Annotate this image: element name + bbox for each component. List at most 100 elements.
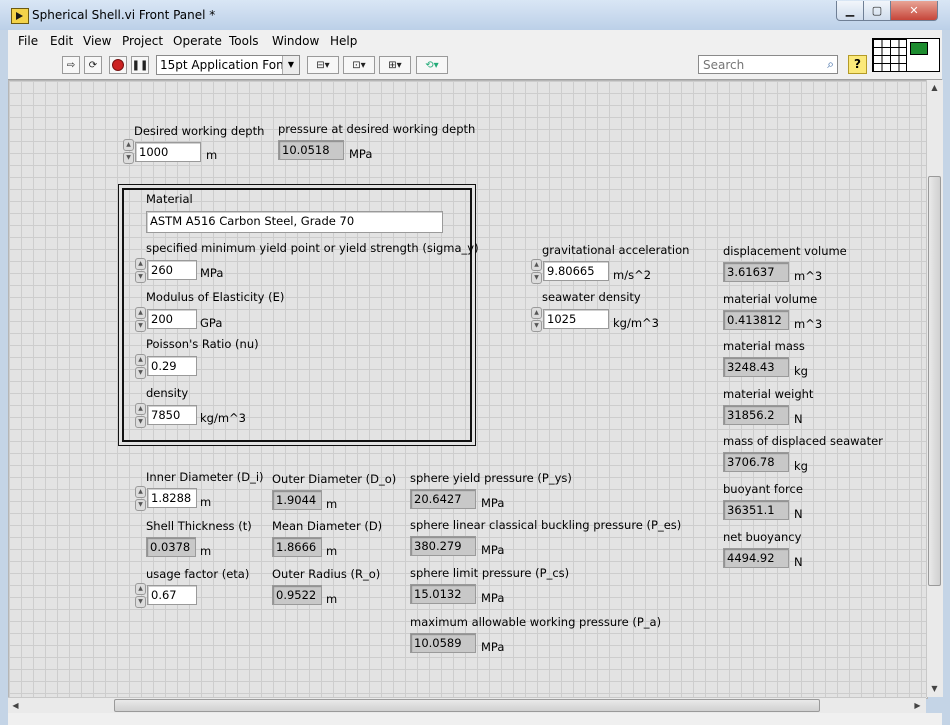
max-pressure-label: maximum allowable working pressure (P_a) bbox=[410, 615, 662, 629]
scroll-right-icon[interactable]: ▶ bbox=[910, 698, 925, 713]
run-continuously-button[interactable]: ⟳ bbox=[84, 56, 102, 74]
increment-icon[interactable]: ▲ bbox=[135, 583, 146, 595]
modulus-spinner[interactable]: ▲ ▼ bbox=[135, 307, 146, 332]
menu-operate[interactable]: Operate bbox=[173, 34, 222, 48]
modulus-unit: GPa bbox=[200, 316, 223, 330]
mass-displaced-indicator: 3706.78 bbox=[723, 452, 789, 472]
menu-file[interactable]: File bbox=[18, 34, 38, 48]
vi-icon[interactable] bbox=[906, 38, 940, 72]
working-depth-label: Desired working depth bbox=[134, 124, 265, 138]
usage-factor-input[interactable]: 0.67 bbox=[147, 585, 197, 605]
horizontal-scrollbar[interactable]: ◀ ▶ bbox=[8, 697, 926, 714]
menu-tools[interactable]: Tools bbox=[229, 34, 259, 48]
maximize-button[interactable]: ▢ bbox=[863, 1, 891, 21]
inner-diameter-spinner[interactable]: ▲ ▼ bbox=[135, 486, 146, 511]
pressure-at-depth-label: pressure at desired working depth bbox=[278, 122, 476, 136]
vertical-scroll-thumb[interactable] bbox=[928, 176, 941, 586]
font-select[interactable]: 15pt Application Font ▼ bbox=[156, 55, 300, 75]
decrement-icon[interactable]: ▼ bbox=[135, 596, 146, 608]
decrement-icon[interactable]: ▼ bbox=[123, 152, 134, 164]
reorder-icon: ⟲▾ bbox=[425, 59, 439, 71]
menu-project[interactable]: Project bbox=[122, 34, 163, 48]
yield-pressure-unit: MPa bbox=[481, 496, 505, 510]
resize-objects-button[interactable]: ⊞▾ bbox=[379, 56, 411, 74]
increment-icon[interactable]: ▲ bbox=[135, 307, 146, 319]
usage-factor-spinner[interactable]: ▲ ▼ bbox=[135, 583, 146, 608]
poisson-label: Poisson's Ratio (nu) bbox=[146, 337, 259, 351]
close-button[interactable]: ✕ bbox=[890, 1, 938, 21]
menu-help[interactable]: Help bbox=[330, 34, 357, 48]
abort-button[interactable] bbox=[109, 56, 127, 74]
search-icon[interactable]: ⌕ bbox=[827, 57, 834, 72]
yield-strength-spinner[interactable]: ▲ ▼ bbox=[135, 258, 146, 283]
poisson-spinner[interactable]: ▲ ▼ bbox=[135, 354, 146, 379]
gravity-spinner[interactable]: ▲ ▼ bbox=[531, 259, 542, 284]
yield-pressure-indicator: 20.6427 bbox=[410, 489, 476, 509]
increment-icon[interactable]: ▲ bbox=[531, 259, 542, 271]
pause-button[interactable]: ❚❚ bbox=[131, 56, 149, 74]
close-icon: ✕ bbox=[909, 4, 919, 17]
material-mass-indicator: 3248.43 bbox=[723, 357, 789, 377]
increment-icon[interactable]: ▲ bbox=[135, 258, 146, 270]
minimize-button[interactable]: ▁ bbox=[836, 1, 864, 21]
modulus-input[interactable]: 200 bbox=[147, 309, 197, 329]
distribute-objects-button[interactable]: ⊡▾ bbox=[343, 56, 375, 74]
seawater-density-spinner[interactable]: ▲ ▼ bbox=[531, 307, 542, 332]
decrement-icon[interactable]: ▼ bbox=[531, 272, 542, 284]
scroll-down-icon[interactable]: ▼ bbox=[927, 681, 942, 696]
seawater-density-unit: kg/m^3 bbox=[613, 316, 659, 330]
material-input[interactable]: ASTM A516 Carbon Steel, Grade 70 bbox=[146, 211, 443, 233]
connector-pane[interactable] bbox=[872, 38, 908, 72]
working-depth-unit: m bbox=[206, 148, 218, 162]
net-buoyancy-unit: N bbox=[794, 555, 803, 569]
increment-icon[interactable]: ▲ bbox=[531, 307, 542, 319]
context-help-button[interactable]: ? bbox=[848, 55, 867, 74]
labview-app-icon[interactable] bbox=[11, 8, 29, 24]
align-objects-button[interactable]: ⊟▾ bbox=[307, 56, 339, 74]
search-input[interactable] bbox=[699, 56, 817, 73]
run-button[interactable]: ⇨ bbox=[62, 56, 80, 74]
buckling-pressure-indicator: 380.279 bbox=[410, 536, 476, 556]
maximize-icon: ▢ bbox=[871, 4, 883, 17]
increment-icon[interactable]: ▲ bbox=[135, 354, 146, 366]
scroll-left-icon[interactable]: ◀ bbox=[8, 698, 23, 713]
increment-icon[interactable]: ▲ bbox=[135, 403, 146, 415]
search-box[interactable]: ⌕ bbox=[698, 55, 838, 74]
density-spinner[interactable]: ▲ ▼ bbox=[135, 403, 146, 428]
menu-view[interactable]: View bbox=[83, 34, 111, 48]
yield-pressure-label: sphere yield pressure (P_ys) bbox=[410, 471, 572, 485]
decrement-icon[interactable]: ▼ bbox=[135, 367, 146, 379]
increment-icon[interactable]: ▲ bbox=[135, 486, 146, 498]
seawater-density-input[interactable]: 1025 bbox=[543, 309, 609, 329]
decrement-icon[interactable]: ▼ bbox=[135, 320, 146, 332]
inner-diameter-input[interactable]: 1.8288 bbox=[147, 488, 197, 508]
working-depth-input[interactable]: 1000 bbox=[135, 142, 201, 162]
vertical-scrollbar[interactable]: ▲ ▼ bbox=[926, 80, 943, 697]
menu-window[interactable]: Window bbox=[272, 34, 319, 48]
yield-strength-input[interactable]: 260 bbox=[147, 260, 197, 280]
poisson-input[interactable]: 0.29 bbox=[147, 356, 197, 376]
run-arrow-icon: ⇨ bbox=[66, 59, 76, 71]
front-panel: Desired working depth ▲ ▼ 1000 m pressure… bbox=[8, 80, 928, 699]
scroll-up-icon[interactable]: ▲ bbox=[927, 80, 942, 95]
working-depth-spinner[interactable]: ▲ ▼ bbox=[123, 139, 134, 164]
decrement-icon[interactable]: ▼ bbox=[135, 499, 146, 511]
font-select-value: 15pt Application Font bbox=[160, 58, 289, 72]
status-bar bbox=[8, 713, 942, 725]
increment-icon[interactable]: ▲ bbox=[123, 139, 134, 151]
decrement-icon[interactable]: ▼ bbox=[135, 416, 146, 428]
inner-diameter-unit: m bbox=[200, 495, 212, 509]
reorder-button[interactable]: ⟲▾ bbox=[416, 56, 448, 74]
horizontal-scroll-thumb[interactable] bbox=[114, 699, 820, 712]
menu-edit[interactable]: Edit bbox=[50, 34, 73, 48]
limit-pressure-label: sphere limit pressure (P_cs) bbox=[410, 566, 570, 580]
minimize-icon: ▁ bbox=[845, 4, 855, 17]
decrement-icon[interactable]: ▼ bbox=[531, 320, 542, 332]
max-pressure-unit: MPa bbox=[481, 640, 505, 654]
outer-diameter-indicator: 1.9044 bbox=[272, 490, 322, 510]
run-continuously-icon: ⟳ bbox=[88, 59, 98, 71]
gravity-input[interactable]: 9.80665 bbox=[543, 261, 609, 281]
density-input[interactable]: 7850 bbox=[147, 405, 197, 425]
decrement-icon[interactable]: ▼ bbox=[135, 271, 146, 283]
mean-diameter-unit: m bbox=[326, 544, 338, 558]
